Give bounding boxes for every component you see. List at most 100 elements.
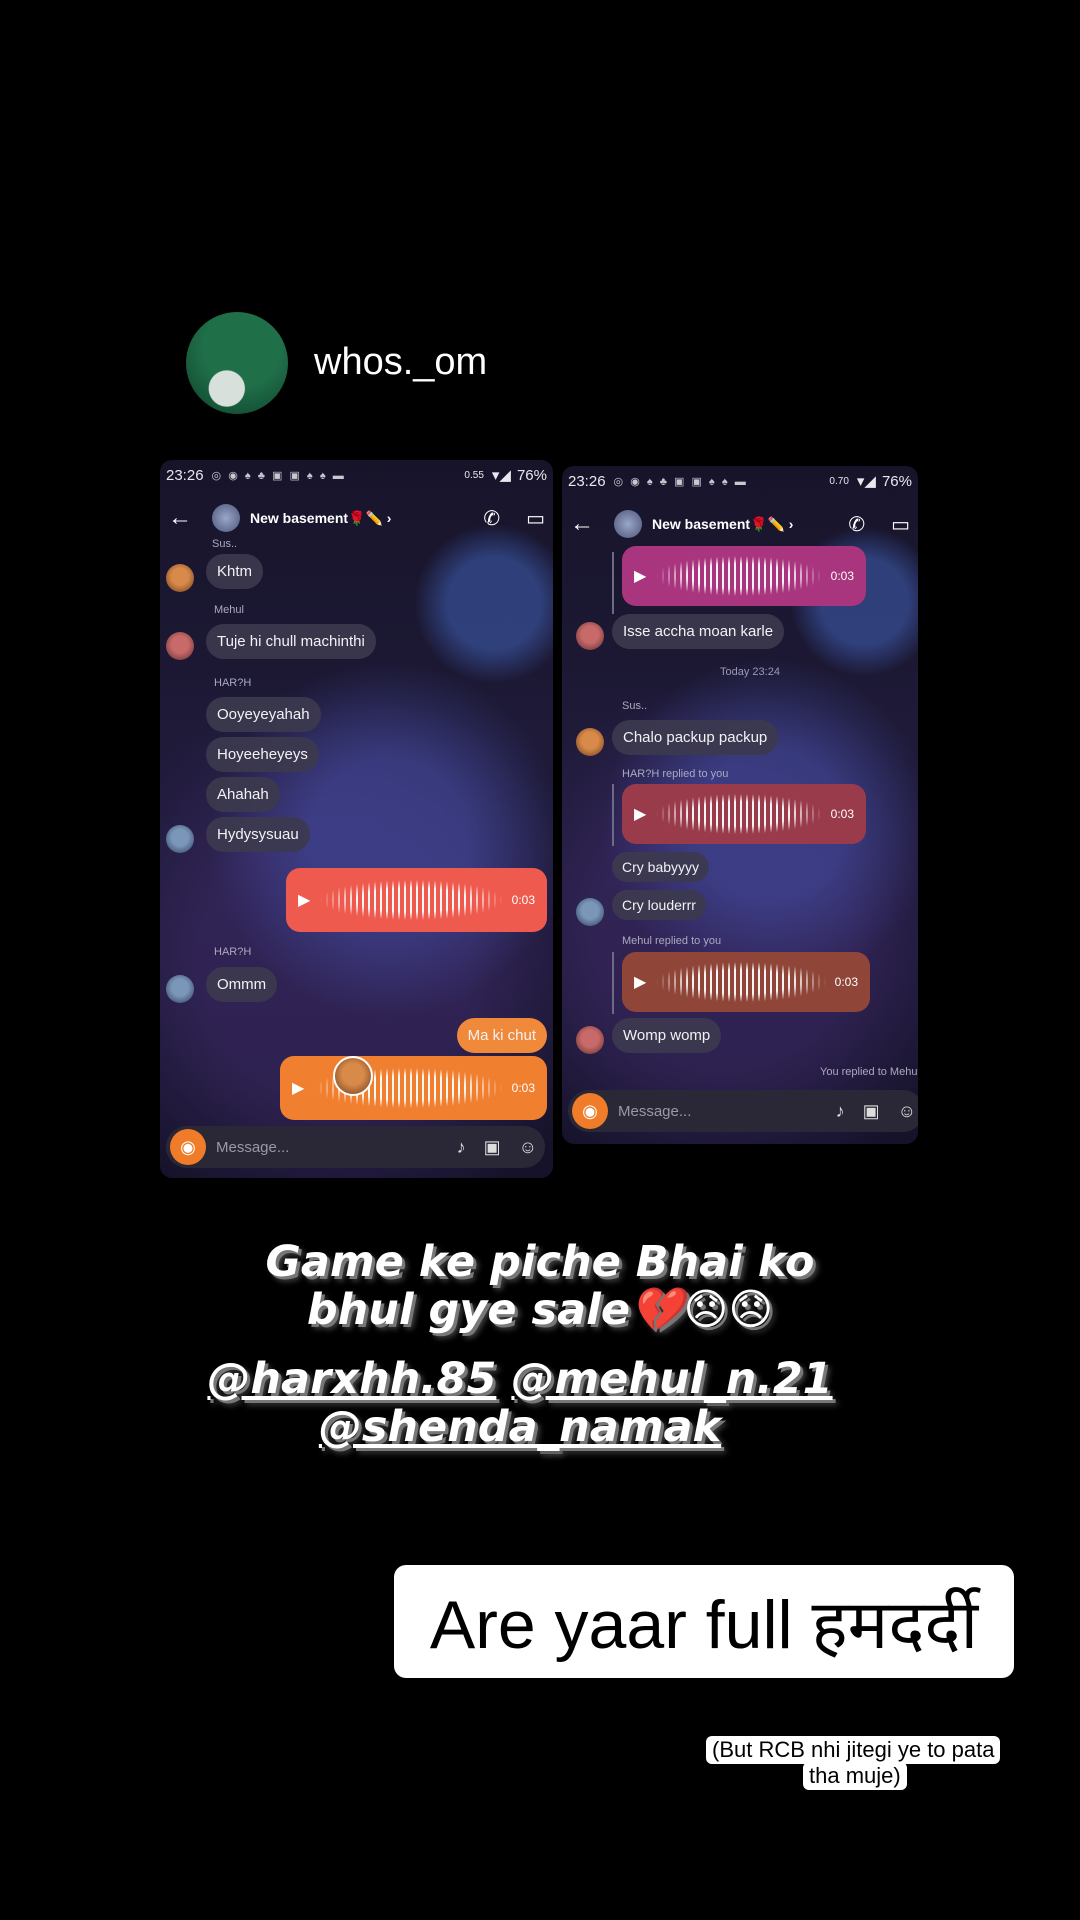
caption-line-2: bhul gye sale💔😞😞 — [306, 1285, 774, 1335]
message-bubble[interactable]: Ooyeyeyahah — [206, 697, 321, 732]
notification-icons: ◎ ◉ ♠ ♣ ▣ ▣ ♠ ♠ ▬ — [211, 469, 346, 482]
mention-shenda[interactable]: @shenda_namak — [319, 1402, 721, 1452]
voice-message[interactable]: ▶ 0:03 — [622, 546, 866, 606]
chat-header: ← New basement🌹✏️ › ✆ ▭ — [160, 492, 553, 544]
voice-duration: 0:03 — [830, 807, 854, 821]
back-arrow-icon[interactable]: ← — [570, 510, 606, 538]
chat-header: ← New basement🌹✏️ › ✆ ▭ — [562, 498, 918, 550]
text-sticker: Are yaar full हमदर्दी — [394, 1565, 1014, 1678]
group-avatar[interactable] — [212, 504, 240, 532]
avatar[interactable] — [166, 564, 194, 592]
note-text-1: (But RCB nhi jitegi ye to pata — [706, 1736, 1001, 1764]
note-line-1: (But RCB nhi jitegi ye to pata — [706, 1736, 1001, 1764]
date-divider: Today 23:24 — [720, 666, 780, 678]
battery-level: 76% — [516, 466, 547, 484]
voice-message[interactable]: ▶ 0:03 — [280, 1056, 547, 1120]
mention-mehul[interactable]: @mehul_n.21 — [511, 1354, 832, 1404]
sender-label: Sus.. — [212, 538, 238, 550]
waveform — [320, 879, 504, 921]
message-bubble[interactable]: Hydysysuau — [206, 817, 310, 852]
avatar[interactable] — [166, 975, 194, 1003]
sticker-icon[interactable]: ☺ — [898, 1101, 916, 1122]
play-icon[interactable]: ▶ — [634, 972, 646, 992]
group-name[interactable]: New basement🌹✏️ › — [652, 516, 793, 533]
message-bubble[interactable]: Cry louderrr — [612, 890, 706, 920]
video-icon[interactable]: ▭ — [526, 506, 545, 531]
message-composer[interactable]: ◉ Message... ♪ ▣ ☺ — [568, 1090, 918, 1132]
battery-level: 76% — [881, 472, 912, 490]
message-bubble[interactable]: Isse accha moan karle — [612, 614, 785, 649]
message-input[interactable]: Message... — [216, 1139, 289, 1156]
voice-duration: 0:03 — [834, 975, 858, 989]
reply-note: You replied to Mehu — [820, 1066, 918, 1078]
camera-icon[interactable]: ◉ — [572, 1093, 608, 1129]
play-icon[interactable]: ▶ — [634, 804, 646, 824]
message-bubble[interactable]: Ommm — [206, 967, 278, 1002]
mic-icon[interactable]: ♪ — [836, 1101, 845, 1122]
message-composer[interactable]: ◉ Message... ♪ ▣ ☺ — [166, 1126, 545, 1168]
gallery-icon[interactable]: ▣ — [863, 1101, 880, 1122]
mention-tags: @harxhh.85 @mehul_n.21 @shenda_namak — [0, 1355, 1040, 1451]
note-text-2: tha muje) — [803, 1762, 907, 1790]
wifi-icon: ▾◢ — [491, 467, 511, 484]
play-icon[interactable]: ▶ — [292, 1078, 304, 1098]
phone-icon[interactable]: ✆ — [848, 512, 865, 537]
status-bar: 23:26 ◎ ◉ ♠ ♣ ▣ ▣ ♠ ♠ ▬ 0.70 ▾◢ 76% — [562, 466, 918, 496]
voice-duration: 0:03 — [830, 569, 854, 583]
message-bubble[interactable]: Chalo packup packup — [612, 720, 779, 755]
reply-indicator — [612, 784, 614, 846]
right-chat-screenshot: 23:26 ◎ ◉ ♠ ♣ ▣ ▣ ♠ ♠ ▬ 0.70 ▾◢ 76% ← Ne… — [562, 466, 918, 1144]
mention-harxhh[interactable]: @harxhh.85 — [207, 1354, 496, 1404]
group-name[interactable]: New basement🌹✏️ › — [250, 510, 391, 527]
status-speed: 0.55 — [464, 469, 484, 481]
message-bubble[interactable]: Tuje hi chull machinthi — [206, 624, 376, 659]
gallery-icon[interactable]: ▣ — [484, 1137, 501, 1158]
note-line-2: tha muje) — [803, 1762, 907, 1790]
message-bubble[interactable]: Womp womp — [612, 1018, 722, 1053]
wifi-icon: ▾◢ — [856, 473, 876, 490]
reply-note: Mehul replied to you — [622, 935, 722, 947]
caption-line-1: Game ke piche Bhai ko — [265, 1237, 815, 1287]
message-bubble[interactable]: Ahahah — [206, 777, 280, 812]
message-bubble[interactable]: Cry babyyyy — [612, 852, 710, 882]
video-icon[interactable]: ▭ — [891, 512, 910, 537]
author-avatar[interactable] — [186, 312, 288, 414]
voice-duration: 0:03 — [511, 1081, 535, 1095]
voice-message[interactable]: ▶ 0:03 — [622, 784, 866, 844]
avatar[interactable] — [576, 622, 604, 650]
avatar[interactable] — [166, 632, 194, 660]
group-avatar[interactable] — [614, 510, 642, 538]
avatar[interactable] — [576, 728, 604, 756]
sticker-icon[interactable]: ☺ — [519, 1137, 537, 1158]
play-icon[interactable]: ▶ — [298, 890, 310, 910]
waveform — [656, 961, 827, 1003]
voice-message[interactable]: ▶ 0:03 — [622, 952, 870, 1012]
notification-icons: ◎ ◉ ♠ ♣ ▣ ▣ ♠ ♠ ▬ — [613, 475, 748, 488]
author-name[interactable]: whos._om — [314, 341, 487, 384]
status-time: 23:26 — [166, 466, 204, 484]
voice-message[interactable]: ▶ 0:03 — [286, 868, 547, 932]
avatar[interactable] — [166, 825, 194, 853]
waveform — [656, 555, 823, 597]
message-bubble[interactable]: Khtm — [206, 554, 264, 589]
mic-icon[interactable]: ♪ — [457, 1137, 466, 1158]
status-speed: 0.70 — [829, 475, 849, 487]
message-input[interactable]: Message... — [618, 1103, 691, 1120]
back-arrow-icon[interactable]: ← — [168, 504, 204, 532]
avatar[interactable] — [576, 1026, 604, 1054]
camera-icon[interactable]: ◉ — [170, 1129, 206, 1165]
message-bubble[interactable]: Hoyeeheyeys — [206, 737, 319, 772]
status-time: 23:26 — [568, 472, 606, 490]
play-icon[interactable]: ▶ — [634, 566, 646, 586]
phone-icon[interactable]: ✆ — [483, 506, 500, 531]
voice-duration: 0:03 — [511, 893, 535, 907]
left-chat-screenshot: 23:26 ◎ ◉ ♠ ♣ ▣ ▣ ♠ ♠ ▬ 0.55 ▾◢ 76% ← Ne… — [160, 460, 553, 1178]
reply-indicator — [612, 552, 614, 614]
sender-label: HAR?H — [214, 946, 252, 958]
reply-indicator — [612, 952, 614, 1014]
seen-avatar — [333, 1056, 373, 1096]
sender-label: Mehul — [214, 604, 244, 616]
avatar[interactable] — [576, 898, 604, 926]
reply-note: HAR?H replied to you — [622, 768, 729, 780]
outgoing-message[interactable]: Ma ki chut — [456, 1018, 547, 1053]
